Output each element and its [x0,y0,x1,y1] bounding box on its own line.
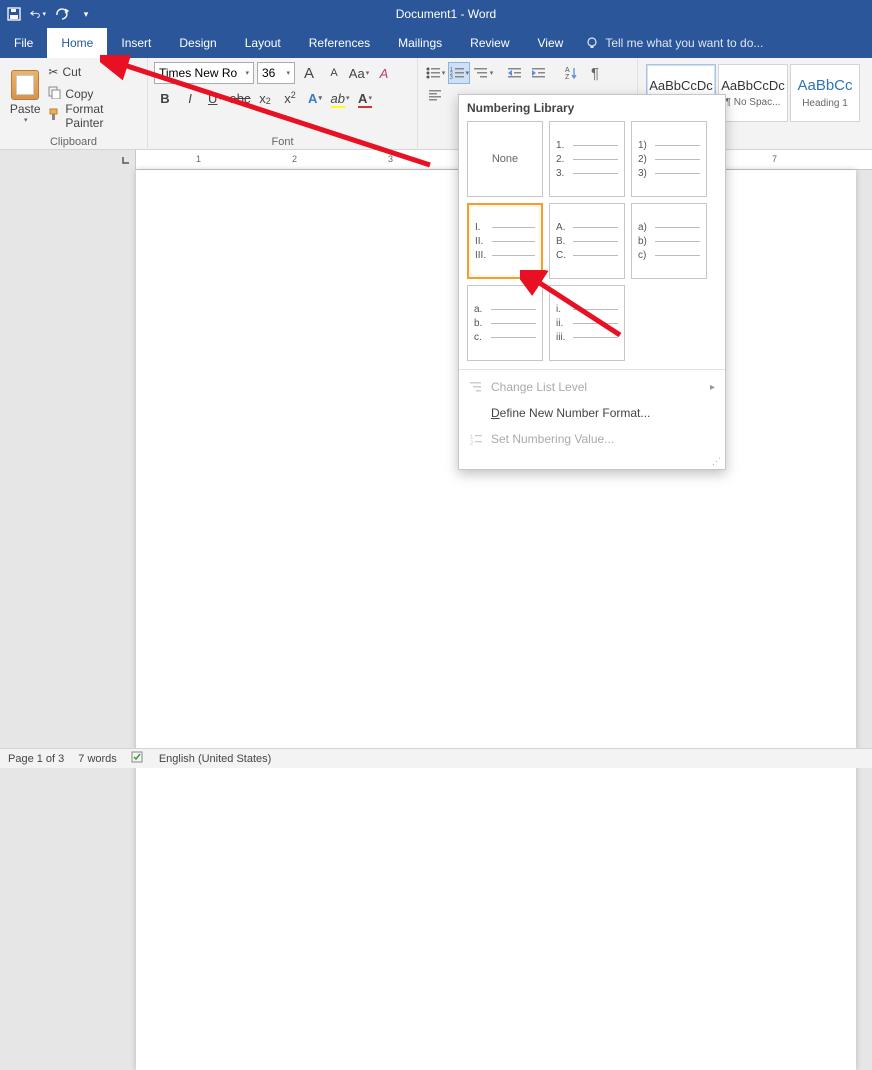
numbering-option-2[interactable]: 1)2)3) [631,121,707,197]
strikethrough-button[interactable]: abc [229,87,251,109]
quick-access-toolbar: ▾ ▾ [0,6,100,22]
set-value-icon: 12 [469,432,483,446]
copy-button[interactable]: Copy [48,84,141,104]
font-color-button[interactable]: A▾ [354,87,376,109]
numbering-option-3[interactable]: I.II.III. [467,203,543,279]
group-label-font: Font [154,134,411,150]
grow-font-button[interactable]: A [298,62,320,84]
show-hide-button[interactable]: ¶ [584,62,606,84]
scissors-icon: ✂ [48,65,58,79]
tab-selector-icon[interactable] [121,155,131,165]
save-icon[interactable] [6,6,22,22]
format-painter-button[interactable]: Format Painter [48,106,141,126]
group-clipboard: Paste ▾ ✂Cut Copy Format Painter Clipboa… [0,58,148,150]
italic-button[interactable]: I [179,87,201,109]
spellcheck-icon[interactable] [131,750,145,767]
font-size-combo[interactable]: 36▾ [257,62,295,84]
tab-insert[interactable]: Insert [107,28,165,58]
title-bar: ▾ ▾ Document1 - Word [0,0,872,28]
window-title: Document1 - Word [100,7,792,21]
clear-formatting-button[interactable]: A [373,62,395,84]
align-left-button[interactable] [424,84,446,106]
status-bar: Page 1 of 3 7 words English (United Stat… [0,748,872,768]
list-level-icon [469,380,483,394]
numbering-library-popup: Numbering Library None1.2.3.1)2)3) I.II.I… [458,94,726,470]
style-no-spacing[interactable]: AaBbCcDc¶ No Spac... [718,64,788,122]
tell-me-placeholder: Tell me what you want to do... [605,36,763,50]
tab-home[interactable]: Home [47,28,107,58]
status-language[interactable]: English (United States) [159,753,272,765]
multilevel-list-button[interactable]: ▾ [472,62,494,84]
ribbon: Paste ▾ ✂Cut Copy Format Painter Clipboa… [0,58,872,150]
paste-icon [11,70,39,100]
status-words[interactable]: 7 words [78,753,117,765]
tell-me-search[interactable]: Tell me what you want to do... [585,36,763,50]
increase-indent-button[interactable] [528,62,550,84]
status-page[interactable]: Page 1 of 3 [8,753,64,765]
redo-icon[interactable] [54,6,70,22]
numbering-option-7[interactable]: i.ii.iii. [549,285,625,361]
numbering-option-6[interactable]: a.b.c. [467,285,543,361]
underline-button[interactable]: U▾ [204,87,226,109]
set-numbering-value-cmd: 12 Set Numbering Value... [459,426,725,452]
subscript-button[interactable]: x2 [254,87,276,109]
tab-view[interactable]: View [524,28,578,58]
paste-button[interactable]: Paste ▾ [6,60,44,134]
highlight-button[interactable]: ab▾ [329,87,351,109]
style-heading-1[interactable]: AaBbCcHeading 1 [790,64,860,122]
shrink-font-button[interactable]: A [323,62,345,84]
horizontal-ruler[interactable]: 1234567 [0,150,872,170]
numbering-library-header: Numbering Library [459,95,725,121]
tab-review[interactable]: Review [456,28,523,58]
decrease-indent-button[interactable] [504,62,526,84]
undo-icon[interactable]: ▾ [30,6,46,22]
define-number-format-cmd[interactable]: Define New Number Format... [459,400,725,426]
change-list-level-cmd: Change List Level▸ [459,374,725,400]
bold-button[interactable]: B [154,87,176,109]
numbering-option-4[interactable]: A.B.C. [549,203,625,279]
change-case-button[interactable]: Aa▾ [348,62,370,84]
numbering-option-5[interactable]: a)b)c) [631,203,707,279]
font-name-combo[interactable]: Times New Ro▾ [154,62,254,84]
bulb-icon [585,36,599,50]
group-font: Times New Ro▾ 36▾ A A Aa▾ A B I U▾ abc x… [148,58,418,150]
numbering-option-0[interactable]: None [467,121,543,197]
superscript-button[interactable]: x2 [279,87,301,109]
cut-button[interactable]: ✂Cut [48,62,141,82]
ribbon-tabs: File Home Insert Design Layout Reference… [0,28,872,58]
brush-icon [48,108,61,124]
tab-mailings[interactable]: Mailings [384,28,456,58]
numbering-option-1[interactable]: 1.2.3. [549,121,625,197]
document-area [0,170,872,748]
svg-text:2: 2 [470,441,474,446]
tab-file[interactable]: File [0,28,47,58]
svg-text:3: 3 [450,75,453,80]
tab-layout[interactable]: Layout [231,28,295,58]
svg-text:Z: Z [565,74,570,80]
numbering-button[interactable]: 123▾ [448,62,470,84]
resize-grip-icon[interactable]: ⋰ [459,456,725,469]
vertical-ruler[interactable] [0,170,30,748]
svg-text:A: A [565,67,570,74]
bullets-button[interactable]: ▾ [424,62,446,84]
tab-references[interactable]: References [295,28,384,58]
text-effects-button[interactable]: A▾ [304,87,326,109]
qat-customize-icon[interactable]: ▾ [78,6,94,22]
sort-button[interactable]: AZ [560,62,582,84]
copy-icon [48,86,61,102]
group-label-clipboard: Clipboard [6,134,141,150]
tab-design[interactable]: Design [165,28,230,58]
